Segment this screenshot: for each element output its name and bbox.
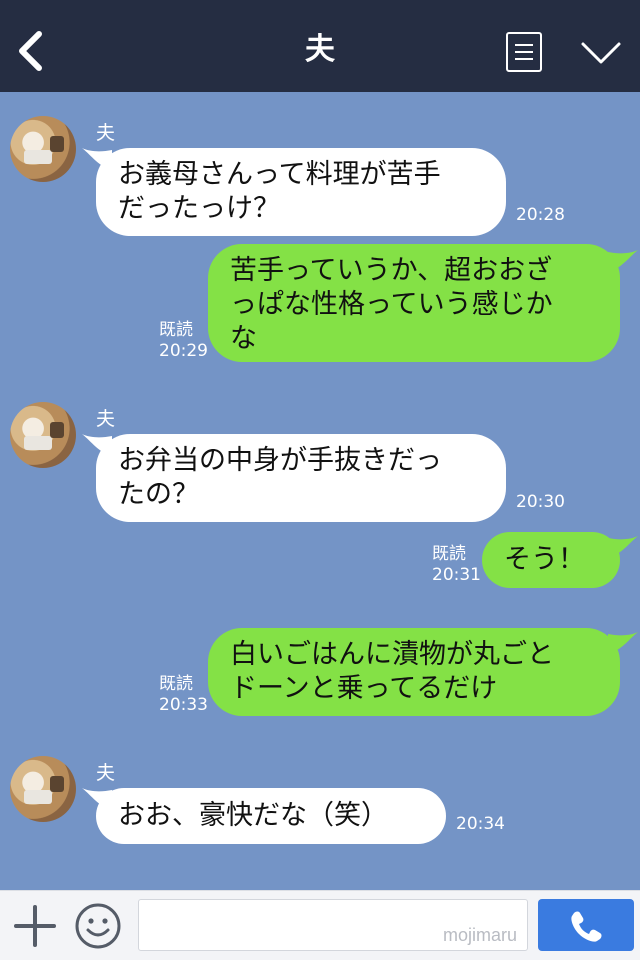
message-bubble[interactable]: 苦手っていうか、超おおざ っぱな性格っていう感じか な: [208, 244, 620, 362]
message-line: お弁当の中身が手抜きだっ: [118, 445, 442, 476]
plus-icon: [14, 905, 56, 947]
message-bubble[interactable]: お義母さんって料理が苦手 だったっけ？: [96, 148, 506, 236]
message-time: 20:29: [159, 341, 208, 361]
message-input[interactable]: mojimaru: [138, 899, 528, 951]
message-time: 20:30: [516, 492, 565, 512]
menu-button[interactable]: [506, 32, 542, 72]
message-line: な: [230, 323, 257, 354]
message-bubble[interactable]: おお、豪快だな（笑）: [96, 788, 446, 844]
read-receipt: 既読: [432, 544, 466, 564]
phone-icon: [571, 911, 602, 942]
collapse-button[interactable]: [580, 38, 622, 68]
avatar[interactable]: [10, 756, 76, 822]
sender-name: 夫: [96, 122, 116, 144]
message-meta: 既読 20:31: [432, 544, 481, 586]
emoji-button[interactable]: [74, 902, 122, 950]
message-line: っぱな性格っていう感じか: [230, 289, 553, 320]
message-bubble[interactable]: お弁当の中身が手抜きだっ たの？: [96, 434, 506, 522]
watermark: mojimaru: [442, 925, 517, 945]
message-line: お義母さんって料理が苦手: [118, 159, 441, 190]
chat-area[interactable]: 夫 お義母さんって料理が苦手 だったっけ？ 20:28 既読 20:29 苦手っ…: [0, 92, 640, 890]
message-line: ドーンと乗ってるだけ: [230, 673, 498, 704]
message-bubble[interactable]: 白いごはんに漬物が丸ごと ドーンと乗ってるだけ: [208, 628, 620, 716]
message-time: 20:28: [516, 205, 565, 225]
chat-header: 夫: [0, 0, 640, 92]
call-button[interactable]: [538, 899, 634, 951]
message-meta: 既読 20:29: [159, 320, 208, 362]
sender-name: 夫: [96, 762, 116, 784]
chevron-down-icon: [581, 42, 621, 64]
read-receipt: 既読: [159, 320, 193, 340]
message-time: 20:34: [456, 814, 505, 834]
message-line: だったっけ？: [118, 193, 280, 224]
message-line: 苦手っていうか、超おおざ: [230, 255, 553, 286]
message-line: おお、豪快だな（笑）: [118, 800, 388, 831]
read-receipt: 既読: [159, 674, 193, 694]
message-bubble[interactable]: そう！: [482, 532, 620, 588]
message-time: 20:33: [159, 695, 208, 715]
chat-title: 夫: [305, 32, 335, 67]
message-line: 白いごはんに漬物が丸ごと: [230, 639, 554, 670]
message-meta: 既読 20:33: [159, 674, 208, 716]
sender-name: 夫: [96, 408, 116, 430]
add-button[interactable]: [14, 905, 56, 947]
avatar[interactable]: [10, 116, 76, 182]
smiley-icon: [75, 903, 121, 949]
message-line: そう！: [504, 544, 585, 575]
message-time: 20:31: [432, 565, 481, 585]
message-line: たの？: [118, 479, 199, 510]
input-bar: mojimaru: [0, 890, 640, 960]
avatar[interactable]: [10, 402, 76, 468]
